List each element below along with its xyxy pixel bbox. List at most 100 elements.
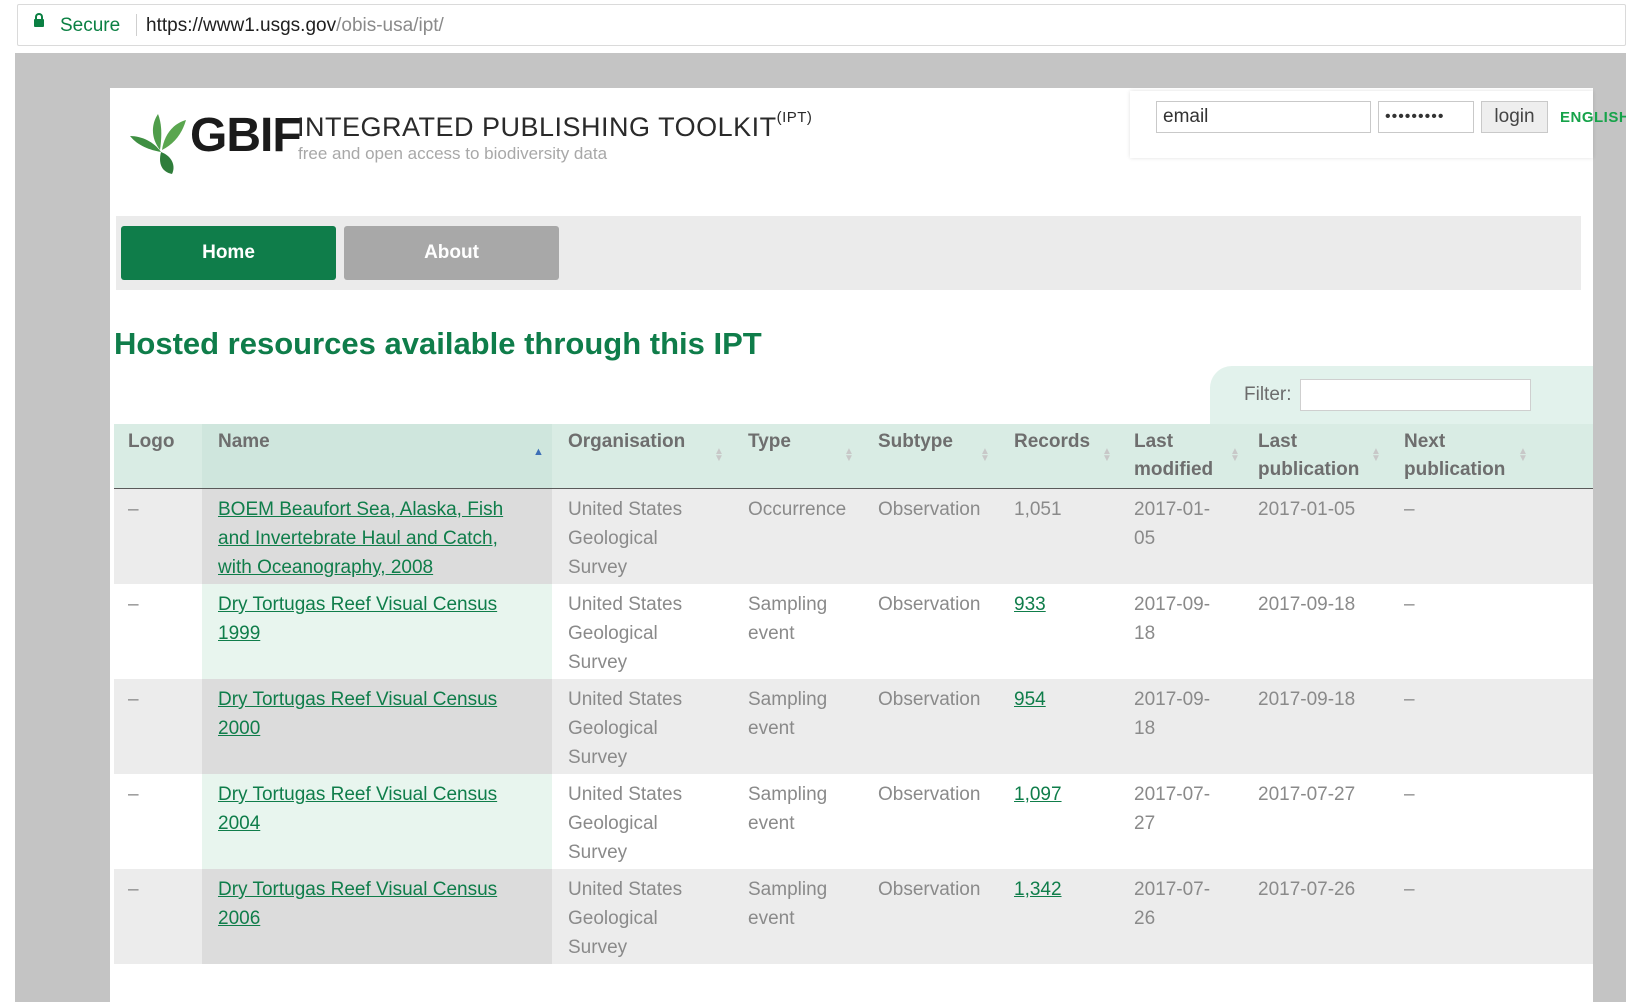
organisation-cell: United States Geological Survey bbox=[568, 780, 682, 867]
last-modified-line: 2017-07- bbox=[1134, 784, 1211, 805]
resource-name-line[interactable]: Dry Tortugas Reef Visual Census bbox=[218, 594, 497, 615]
page-title: Hosted resources available through this … bbox=[114, 326, 762, 361]
col-header-last-publication[interactable]: Last publication bbox=[1258, 428, 1359, 484]
lock-icon bbox=[34, 13, 44, 27]
email-field[interactable]: email bbox=[1156, 101, 1371, 133]
url-path: /obis-usa/ipt/ bbox=[336, 15, 444, 36]
last-modified-line: 2017-01- bbox=[1134, 499, 1211, 520]
last-modified-cell: 2017-07- 27 bbox=[1134, 780, 1210, 838]
sort-icon[interactable]: ▲ ▼ bbox=[980, 447, 990, 464]
records-link-text[interactable]: 954 bbox=[1014, 689, 1046, 710]
resource-name-line[interactable]: 1999 bbox=[218, 623, 260, 644]
organisation-line: Geological bbox=[568, 623, 658, 644]
resource-name-line[interactable]: with Oceanography, 2008 bbox=[218, 557, 433, 578]
organisation-line: United States bbox=[568, 499, 683, 520]
col-header-subtype[interactable]: Subtype bbox=[878, 428, 953, 456]
logo-cell: – bbox=[128, 499, 139, 520]
table-row: – Dry Tortugas Reef Visual Census 2006 Un… bbox=[114, 869, 1593, 964]
col-header-next-publication-line2: publication bbox=[1404, 459, 1506, 480]
organisation-line: Geological bbox=[568, 528, 658, 549]
address-separator bbox=[136, 14, 137, 36]
resource-name-line[interactable]: BOEM Beaufort Sea, Alaska, Fish bbox=[218, 499, 503, 520]
records-link[interactable]: 933 bbox=[1014, 590, 1046, 619]
filter-input[interactable] bbox=[1300, 379, 1531, 411]
organisation-cell: United States Geological Survey bbox=[568, 495, 682, 582]
organisation-line: Geological bbox=[568, 718, 658, 739]
password-field[interactable]: ••••••••• bbox=[1378, 101, 1474, 133]
records-cell: 1,051 bbox=[1014, 499, 1062, 520]
records-link[interactable]: 1,097 bbox=[1014, 780, 1062, 809]
organisation-line: Geological bbox=[568, 908, 658, 929]
records-link-text[interactable]: 1,097 bbox=[1014, 784, 1062, 805]
col-header-logo[interactable]: Logo bbox=[128, 428, 174, 456]
organisation-line: Survey bbox=[568, 937, 628, 958]
ipt-tagline: free and open access to biodiversity dat… bbox=[298, 144, 608, 163]
organisation-cell: United States Geological Survey bbox=[568, 590, 682, 677]
sort-icon[interactable]: ▲ ▼ bbox=[1518, 447, 1528, 464]
type-cell: Sampling event bbox=[748, 875, 827, 933]
col-header-last-modified-line1: Last bbox=[1134, 431, 1174, 452]
main-nav: Home About bbox=[116, 216, 1581, 290]
ipt-page: GBIF INTEGRATED PUBLISHING TOOLKIT(IPT) … bbox=[110, 88, 1626, 1002]
browser-address-bar[interactable]: Secure https://www1.usgs.gov/obis-usa/ip… bbox=[17, 4, 1626, 46]
records-link[interactable]: 954 bbox=[1014, 685, 1046, 714]
type-cell: Occurrence bbox=[748, 499, 847, 520]
next-publication-cell: – bbox=[1404, 879, 1415, 900]
last-modified-line: 18 bbox=[1134, 623, 1156, 644]
nav-about-button[interactable]: About bbox=[344, 226, 559, 280]
language-selector[interactable]: ENGLISH bbox=[1560, 109, 1626, 126]
last-publication-cell: 2017-09-18 bbox=[1258, 594, 1356, 615]
resource-name-line[interactable]: 2004 bbox=[218, 813, 260, 834]
last-modified-line: 18 bbox=[1134, 718, 1156, 739]
type-cell: Sampling event bbox=[748, 590, 827, 648]
sort-icon[interactable]: ▲ ▼ bbox=[1230, 447, 1240, 464]
col-header-type[interactable]: Type bbox=[748, 428, 791, 456]
logo-cell: – bbox=[128, 879, 139, 900]
organisation-line: Survey bbox=[568, 557, 628, 578]
sort-asc-icon[interactable]: ▲ bbox=[533, 446, 544, 458]
logo-cell: – bbox=[128, 689, 139, 710]
organisation-line: Survey bbox=[568, 842, 628, 863]
gbif-leaf-logo-icon[interactable] bbox=[128, 106, 198, 176]
table-row: – Dry Tortugas Reef Visual Census 1999 Un… bbox=[114, 584, 1593, 679]
subtype-cell: Observation bbox=[878, 594, 981, 615]
resource-name-line[interactable]: and Invertebrate Haul and Catch, bbox=[218, 528, 498, 549]
resource-name-link[interactable]: Dry Tortugas Reef Visual Census 2006 bbox=[218, 875, 497, 933]
type-line: Sampling bbox=[748, 879, 828, 900]
resource-name-line[interactable]: Dry Tortugas Reef Visual Census bbox=[218, 784, 497, 805]
resource-name-line[interactable]: Dry Tortugas Reef Visual Census bbox=[218, 689, 497, 710]
col-header-records[interactable]: Records bbox=[1014, 428, 1090, 456]
records-link-text[interactable]: 1,342 bbox=[1014, 879, 1062, 900]
url-text[interactable]: https://www1.usgs.gov/obis-usa/ipt/ bbox=[146, 15, 444, 37]
resource-name-line[interactable]: 2000 bbox=[218, 718, 260, 739]
col-header-organisation[interactable]: Organisation bbox=[568, 428, 685, 456]
organisation-line: Survey bbox=[568, 652, 628, 673]
organisation-line: Survey bbox=[568, 747, 628, 768]
col-header-name[interactable]: Name bbox=[218, 428, 270, 456]
login-button[interactable]: login bbox=[1481, 101, 1548, 133]
sort-icon[interactable]: ▲ ▼ bbox=[1102, 447, 1112, 464]
resource-name-link[interactable]: Dry Tortugas Reef Visual Census 2004 bbox=[218, 780, 497, 838]
gbif-logo-text: GBIF bbox=[190, 109, 302, 162]
next-publication-cell: – bbox=[1404, 689, 1415, 710]
nav-home-button[interactable]: Home bbox=[121, 226, 336, 280]
organisation-line: United States bbox=[568, 689, 683, 710]
resource-name-link[interactable]: Dry Tortugas Reef Visual Census 2000 bbox=[218, 685, 497, 743]
table-header: Logo Name ▲ Organisation ▲ ▼ Type ▲ ▼ Subt… bbox=[114, 424, 1593, 490]
resource-name-line[interactable]: 2006 bbox=[218, 908, 260, 929]
resource-name-link[interactable]: BOEM Beaufort Sea, Alaska, Fish and Inver… bbox=[218, 495, 503, 582]
type-line: event bbox=[748, 718, 795, 739]
records-link-text[interactable]: 933 bbox=[1014, 594, 1046, 615]
sort-icon[interactable]: ▲ ▼ bbox=[1371, 447, 1381, 464]
resource-name-link[interactable]: Dry Tortugas Reef Visual Census 1999 bbox=[218, 590, 497, 648]
col-header-last-modified[interactable]: Last modified bbox=[1134, 428, 1213, 484]
col-header-next-publication[interactable]: Next publication bbox=[1404, 428, 1505, 484]
table-row: – Dry Tortugas Reef Visual Census 2004 Un… bbox=[114, 774, 1593, 869]
sort-icon[interactable]: ▲ ▼ bbox=[844, 447, 854, 464]
type-line: event bbox=[748, 908, 795, 929]
col-header-last-publication-line2: publication bbox=[1258, 459, 1360, 480]
records-link[interactable]: 1,342 bbox=[1014, 875, 1062, 904]
sort-icon[interactable]: ▲ ▼ bbox=[714, 447, 724, 464]
resource-name-line[interactable]: Dry Tortugas Reef Visual Census bbox=[218, 879, 497, 900]
col-header-last-modified-line2: modified bbox=[1134, 459, 1214, 480]
